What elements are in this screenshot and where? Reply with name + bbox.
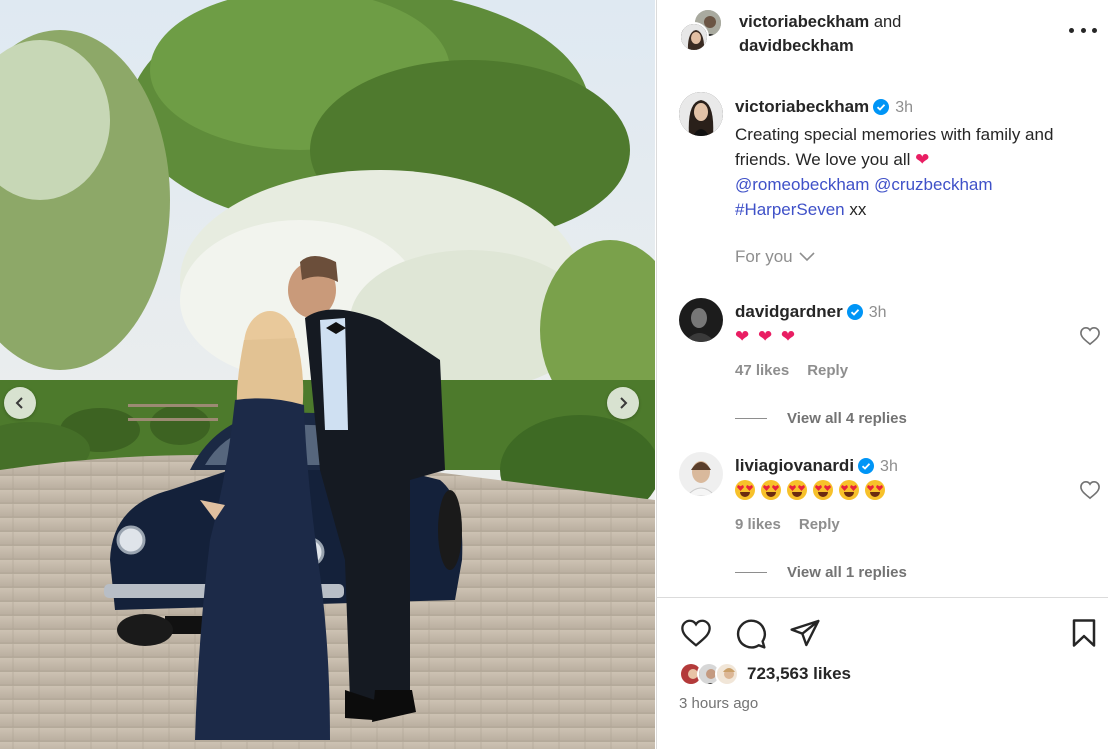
comment-icon <box>736 619 766 649</box>
view-replies-button[interactable]: View all 1 replies <box>735 564 907 581</box>
more-options-button[interactable] <box>1069 20 1097 40</box>
comment-item: liviagiovanardi 3h 9 likes Reply View all… <box>657 452 1108 592</box>
comment-meta: 47 likes Reply <box>735 362 848 379</box>
chevron-left-icon <box>15 397 23 409</box>
post-actions: 723,563 likes 3 hours ago <box>657 597 1108 749</box>
caption-time: 3h <box>895 99 913 116</box>
like-button[interactable] <box>679 618 713 655</box>
avatar <box>679 22 709 52</box>
header-and: and <box>873 13 902 31</box>
verified-icon <box>858 458 875 480</box>
more-icon-dot <box>1080 27 1086 33</box>
post-details-panel: victoriabeckham and davidbeckham victori… <box>656 0 1108 749</box>
comment-likes[interactable]: 9 likes <box>735 516 781 533</box>
heart-eyes-emoji-icon <box>865 480 885 500</box>
next-photo-button[interactable] <box>607 387 639 419</box>
comment-text <box>735 480 891 502</box>
heart-icon <box>1080 326 1100 346</box>
for-you-dropdown[interactable]: For you <box>735 247 815 267</box>
more-icon-dot <box>1092 27 1097 33</box>
likes-summary: 723,563 likes <box>679 662 851 686</box>
post-photo[interactable] <box>0 0 655 749</box>
heart-icon <box>1080 480 1100 500</box>
post-timestamp: 3 hours ago <box>679 695 759 712</box>
view-replies-label: View all 4 replies <box>787 410 907 427</box>
heart-eyes-emoji-icon <box>839 480 859 500</box>
header-username-2[interactable]: davidbeckham <box>739 37 854 55</box>
comment-button[interactable] <box>735 618 767 655</box>
avatar[interactable] <box>679 298 723 342</box>
likes-count[interactable]: 723,563 likes <box>747 664 851 684</box>
avatar[interactable] <box>679 452 723 496</box>
header-username-1[interactable]: victoriabeckham <box>739 13 869 31</box>
chevron-down-icon <box>799 252 815 262</box>
comment-time: 3h <box>880 458 898 475</box>
collab-usernames: victoriabeckham and davidbeckham <box>739 10 901 58</box>
save-icon <box>1072 619 1096 647</box>
more-icon <box>1069 27 1074 33</box>
verified-icon <box>846 304 863 326</box>
view-replies-button[interactable]: View all 4 replies <box>735 410 907 427</box>
heart-emoji-icon: ❤ ❤ ❤ <box>735 327 798 346</box>
collab-avatars[interactable] <box>679 8 725 54</box>
photo-image <box>0 0 655 749</box>
comment-like-button[interactable] <box>1079 326 1101 351</box>
chevron-right-icon <box>620 397 628 409</box>
comment-username[interactable]: liviagiovanardi <box>735 456 854 475</box>
heart-emoji-icon: ❤ <box>915 150 930 169</box>
heart-eyes-emoji-icon <box>787 480 807 500</box>
previous-photo-button[interactable] <box>4 387 36 419</box>
hashtag-link[interactable]: #HarperSeven <box>735 200 845 219</box>
avatar <box>715 662 739 686</box>
comment-meta: 9 likes Reply <box>735 516 840 533</box>
mention-link[interactable]: @romeobeckham <box>735 175 869 194</box>
view-replies-label: View all 1 replies <box>787 564 907 581</box>
mention-link[interactable]: @cruzbeckham <box>874 175 992 194</box>
reply-button[interactable]: Reply <box>799 516 840 533</box>
comment-time: 3h <box>868 304 887 321</box>
share-icon <box>790 619 820 647</box>
replies-divider <box>735 572 767 573</box>
heart-eyes-emoji-icon <box>761 480 781 500</box>
caption-suffix: xx <box>849 200 867 219</box>
share-button[interactable] <box>789 618 821 655</box>
post-header: victoriabeckham and davidbeckham <box>657 0 1108 66</box>
comment-text: ❤ ❤ ❤ <box>735 326 797 348</box>
comment-likes[interactable]: 47 likes <box>735 362 789 379</box>
heart-icon <box>681 619 711 647</box>
caption-body: Creating special memories with family an… <box>735 125 1054 169</box>
comment-item: davidgardner 3h ❤ ❤ ❤ 47 likes Reply View… <box>657 298 1108 438</box>
avatar[interactable] <box>679 92 723 136</box>
replies-divider <box>735 418 767 419</box>
caption-username[interactable]: victoriabeckham <box>735 97 869 116</box>
caption-text: victoriabeckham 3h Creating special memor… <box>735 94 1103 222</box>
comment-like-button[interactable] <box>1079 480 1101 505</box>
for-you-label: For you <box>735 247 793 266</box>
reply-button[interactable]: Reply <box>807 362 848 379</box>
heart-eyes-emoji-icon <box>813 480 833 500</box>
heart-eyes-emoji-icon <box>735 480 755 500</box>
comment-username[interactable]: davidgardner <box>735 302 843 321</box>
verified-icon <box>873 97 890 122</box>
save-button[interactable] <box>1071 618 1097 653</box>
